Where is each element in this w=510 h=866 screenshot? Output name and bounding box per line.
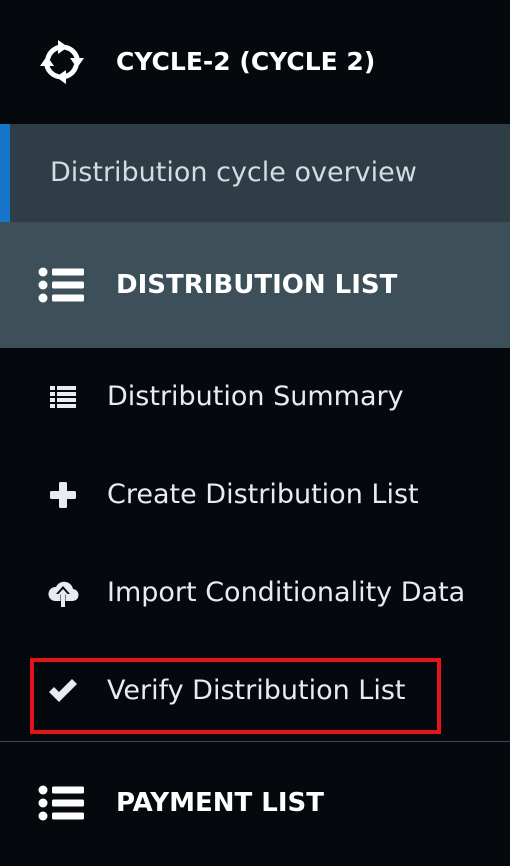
sidebar-nav: CYCLE-2 (CYCLE 2) Distribution cycle ove… [0,0,510,866]
cloud-upload-icon [48,581,79,607]
sidebar-item-label: Distribution Summary [107,381,404,412]
sidebar-item-label: Import Conditionality Data [107,577,466,608]
sidebar-item-label: Distribution cycle overview [50,157,417,188]
active-indicator [0,124,10,222]
cycle-header[interactable]: CYCLE-2 (CYCLE 2) [0,0,510,124]
sidebar-item-import-conditionality-data[interactable]: Import Conditionality Data [0,544,510,642]
section-payment-list[interactable]: PAYMENT LIST [0,741,510,866]
section-label: DISTRIBUTION LIST [116,270,398,300]
plus-icon [50,482,76,508]
list-icon [38,267,84,303]
sidebar-item-create-distribution-list[interactable]: Create Distribution List [0,446,510,544]
check-icon [49,679,77,702]
section-distribution-list[interactable]: DISTRIBUTION LIST [0,222,510,348]
sidebar-item-verify-distribution-list[interactable]: Verify Distribution List [0,642,510,740]
sidebar-item-distribution-summary[interactable]: Distribution Summary [0,348,510,446]
list-icon [38,785,84,821]
section-label: PAYMENT LIST [116,788,325,818]
cycle-title: CYCLE-2 (CYCLE 2) [116,47,376,76]
sidebar-item-distribution-cycle-overview[interactable]: Distribution cycle overview [0,124,510,222]
sidebar-item-label: Create Distribution List [107,479,419,510]
sidebar-item-label: Verify Distribution List [107,675,406,706]
list-alt-icon [50,386,76,408]
cycle-refresh-icon [40,40,84,84]
